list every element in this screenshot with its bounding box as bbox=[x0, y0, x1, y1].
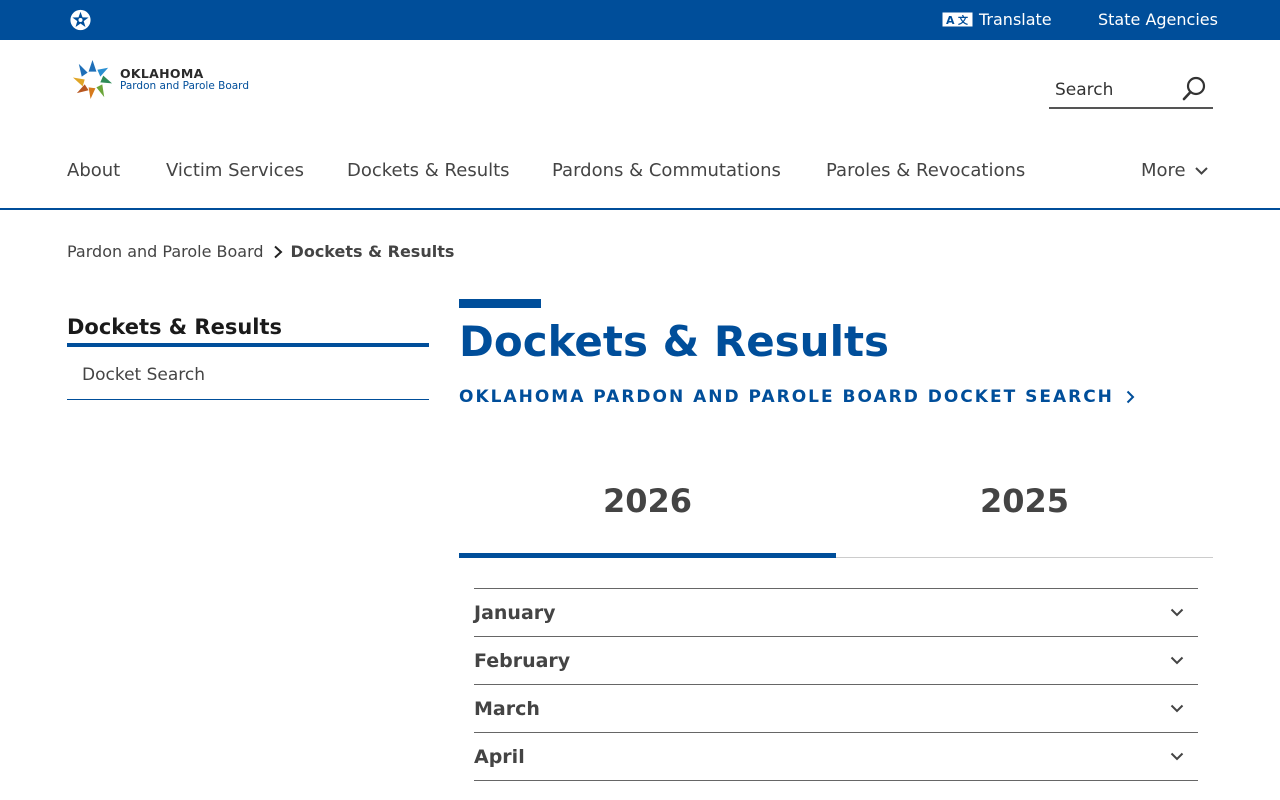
oklahoma-star-icon[interactable] bbox=[69, 9, 92, 31]
nav-item-more[interactable]: More bbox=[1141, 160, 1209, 181]
chevron-down-icon bbox=[1170, 608, 1184, 617]
accordion-item-january[interactable]: January bbox=[474, 589, 1198, 637]
nav-item-paroles-revocations[interactable]: Paroles & Revocations bbox=[826, 160, 1025, 181]
breadcrumb-parent-link[interactable]: Pardon and Parole Board bbox=[67, 242, 264, 261]
accordion-month-label: January bbox=[474, 601, 556, 624]
accordion-item-march[interactable]: March bbox=[474, 685, 1198, 733]
translate-label: Translate bbox=[979, 9, 1052, 29]
page-title: Dockets & Results bbox=[459, 317, 890, 366]
sidenav-item-docket-search[interactable]: Docket Search bbox=[67, 347, 429, 400]
search-icon[interactable] bbox=[1181, 76, 1207, 102]
svg-text:A: A bbox=[946, 14, 955, 27]
accordion-item-april[interactable]: April bbox=[474, 733, 1198, 781]
tab-2026[interactable]: 2026 bbox=[459, 470, 836, 558]
svg-text:文: 文 bbox=[958, 14, 969, 27]
sidenav-title[interactable]: Dockets & Results bbox=[67, 315, 429, 347]
chevron-right-icon bbox=[273, 245, 283, 258]
breadcrumb: Pardon and Parole Board Dockets & Result… bbox=[67, 242, 454, 261]
month-accordion: January February March April bbox=[474, 588, 1198, 781]
accordion-month-label: February bbox=[474, 649, 571, 672]
pardon-parole-logo-icon bbox=[72, 59, 113, 100]
site-search bbox=[1049, 74, 1213, 109]
site-logo[interactable]: OKLAHOMA Pardon and Parole Board bbox=[71, 58, 249, 101]
breadcrumb-current: Dockets & Results bbox=[290, 242, 455, 261]
chevron-down-icon bbox=[1170, 752, 1184, 761]
year-tabs: 2026 2025 bbox=[459, 470, 1213, 558]
search-input[interactable] bbox=[1055, 78, 1175, 102]
top-utility-bar: A 文 Translate State Agencies bbox=[0, 0, 1280, 40]
main-navigation: About Victim Services Dockets & Results … bbox=[0, 150, 1280, 210]
section-sidenav: Dockets & Results Docket Search bbox=[67, 315, 429, 400]
nav-item-victim-services[interactable]: Victim Services bbox=[166, 160, 304, 181]
logo-subtitle: Pardon and Parole Board bbox=[120, 79, 249, 92]
translate-button[interactable]: A 文 Translate bbox=[942, 9, 1052, 29]
title-accent-bar bbox=[459, 299, 541, 308]
docket-search-link[interactable]: Oklahoma Pardon and Parole Board Docket … bbox=[459, 387, 1213, 407]
chevron-right-icon bbox=[1126, 390, 1135, 404]
logo-title: OKLAHOMA bbox=[120, 66, 204, 82]
nav-item-dockets-results[interactable]: Dockets & Results bbox=[347, 160, 510, 181]
state-agencies-link[interactable]: State Agencies bbox=[1098, 10, 1218, 29]
nav-item-pardons-commutations[interactable]: Pardons & Commutations bbox=[552, 160, 781, 181]
docket-search-link-label: Oklahoma Pardon and Parole Board Docket … bbox=[459, 387, 1114, 407]
accordion-month-label: April bbox=[474, 745, 525, 768]
chevron-down-icon bbox=[1170, 704, 1184, 713]
nav-item-about[interactable]: About bbox=[67, 160, 120, 181]
translate-icon: A 文 bbox=[942, 12, 973, 27]
chevron-down-icon bbox=[1170, 656, 1184, 665]
nav-more-label: More bbox=[1141, 160, 1186, 181]
accordion-month-label: March bbox=[474, 697, 540, 720]
main-content: Dockets & Results Oklahoma Pardon and Pa… bbox=[459, 299, 1213, 407]
tab-2025[interactable]: 2025 bbox=[836, 470, 1213, 557]
chevron-down-icon bbox=[1194, 166, 1208, 175]
accordion-item-february[interactable]: February bbox=[474, 637, 1198, 685]
